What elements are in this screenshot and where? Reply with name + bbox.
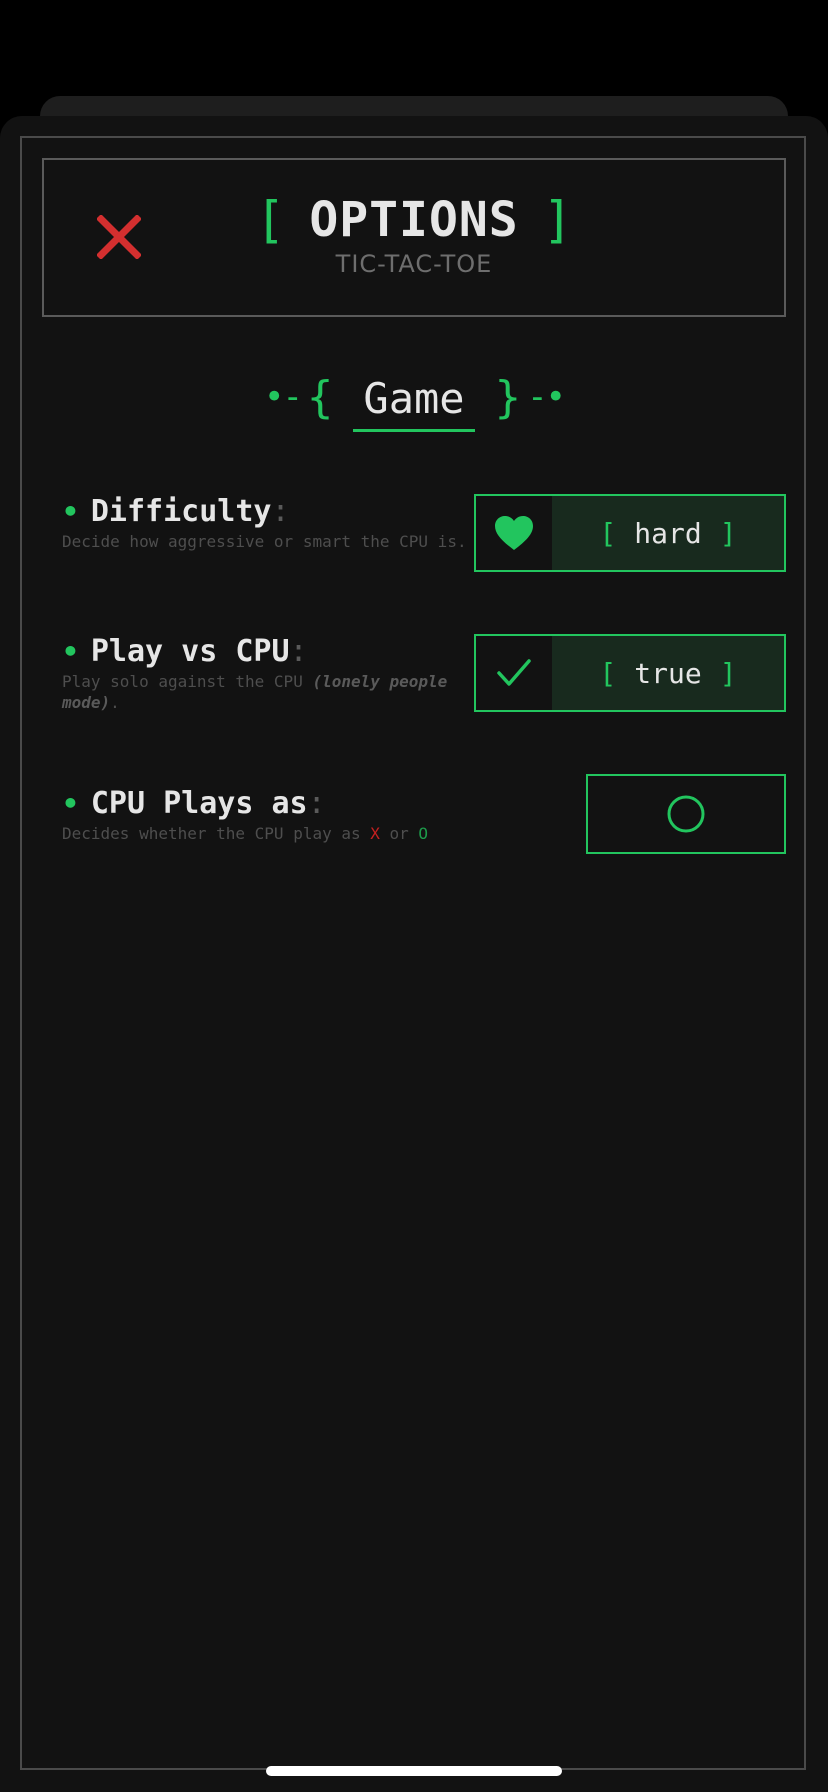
title-row: [ OPTIONS ] [200,190,628,250]
bullet: • [62,787,79,820]
option-description: Decides whether the CPU play as X or O [62,823,472,844]
play-vs-cpu-value-text: true [634,656,702,690]
section-deco-left: •- [263,377,303,417]
page-title: OPTIONS [309,192,519,248]
play-vs-cpu-value: [ true ] [552,636,784,710]
heart-icon [495,516,533,550]
x-mark-text: X [370,824,380,843]
difficulty-icon-cell [476,496,552,570]
section-heading: •- { Game } -• [200,362,628,432]
section-deco-right: -• [527,377,566,417]
title-bracket-left: [ [255,191,286,249]
description-text: Decides whether the CPU play as [62,824,371,843]
o-mark-text: O [418,824,429,843]
difficulty-value: [ hard ] [552,496,784,570]
description-text: Play solo against the CPU [62,672,313,691]
option-label: Play vs CPU [90,634,290,669]
value-bracket-right: ] [719,656,737,690]
option-title: • Difficulty : [62,494,472,529]
option-title: • Play vs CPU : [62,634,472,669]
home-indicator[interactable] [266,1766,562,1776]
close-x-icon [97,215,141,259]
description-mid: or [379,824,419,843]
description-suffix: . [110,693,120,712]
section-title: Game [353,374,475,432]
play-vs-cpu-toggle[interactable]: [ true ] [474,634,786,712]
title-bracket-right: ] [542,191,573,249]
option-play-vs-cpu: • Play vs CPU : Play solo against the CP… [62,634,472,713]
option-description: Decide how aggressive or smart the CPU i… [62,532,467,551]
circle-o-icon [667,795,705,833]
value-bracket-left: [ [599,516,617,550]
play-vs-cpu-icon-cell [476,636,552,710]
checkmark-icon [497,659,531,686]
bullet: • [62,635,79,668]
close-button[interactable] [92,210,146,264]
value-bracket-left: [ [599,656,617,690]
section-brace-right: } [494,371,522,423]
option-title: • CPU Plays as : [62,786,472,821]
option-label: CPU Plays as [90,786,308,821]
option-description: Play solo against the CPU (lonely people… [62,671,472,713]
option-colon: : [271,494,290,529]
page-subtitle: TIC-TAC-TOE [335,250,493,278]
cpu-plays-as-selector[interactable] [586,774,786,854]
option-label: Difficulty [90,494,272,529]
difficulty-value-text: hard [634,516,702,550]
bullet: • [62,495,79,528]
option-cpu-plays-as: • CPU Plays as : Decides whether the CPU… [62,786,472,844]
difficulty-selector[interactable]: [ hard ] [474,494,786,572]
option-colon: : [289,634,308,669]
section-brace-left: { [306,371,334,423]
option-colon: : [307,786,326,821]
value-bracket-right: ] [719,516,737,550]
option-difficulty: • Difficulty : Decide how aggressive or … [62,494,472,552]
